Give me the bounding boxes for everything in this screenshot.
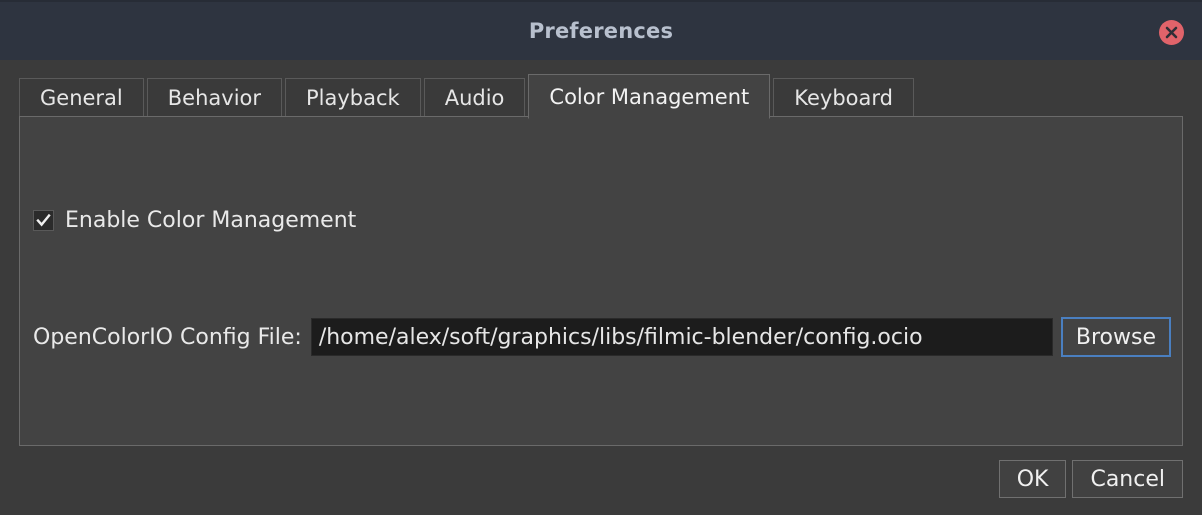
enable-color-management-row[interactable]: Enable Color Management	[33, 208, 356, 233]
tab-label: Playback	[306, 86, 400, 110]
tab-label: Behavior	[167, 86, 262, 110]
tab-label: Color Management	[549, 84, 750, 109]
ocio-config-row: OpenColorIO Config File: /home/alex/soft…	[33, 317, 1171, 357]
browse-button[interactable]: Browse	[1060, 317, 1171, 357]
tab-audio[interactable]: Audio	[423, 78, 526, 118]
tab-color-management[interactable]: Color Management	[528, 74, 771, 119]
tab-playback[interactable]: Playback	[285, 78, 421, 118]
tab-general[interactable]: General	[19, 78, 144, 118]
enable-color-management-label: Enable Color Management	[65, 208, 357, 233]
tab-label: Keyboard	[794, 86, 893, 110]
cancel-button[interactable]: Cancel	[1072, 460, 1183, 498]
enable-color-management-checkbox[interactable]	[33, 210, 54, 231]
tab-strip: General Behavior Playback Audio Color Ma…	[19, 73, 917, 119]
preferences-dialog: Preferences General Behavior Playback Au…	[0, 0, 1202, 515]
close-icon[interactable]	[1159, 20, 1184, 45]
dialog-button-bar: OK Cancel	[993, 460, 1183, 498]
tab-behavior[interactable]: Behavior	[146, 78, 283, 118]
color-management-panel: Enable Color Management OpenColorIO Conf…	[19, 116, 1183, 446]
tab-label: General	[40, 86, 123, 110]
tab-keyboard[interactable]: Keyboard	[773, 78, 914, 118]
titlebar: Preferences	[0, 0, 1202, 60]
ocio-config-input[interactable]: /home/alex/soft/graphics/libs/filmic-ble…	[310, 318, 1053, 356]
ocio-config-label: OpenColorIO Config File:	[33, 324, 302, 350]
tab-label: Audio	[444, 86, 505, 110]
ok-button[interactable]: OK	[998, 460, 1067, 498]
window-title: Preferences	[528, 19, 674, 43]
